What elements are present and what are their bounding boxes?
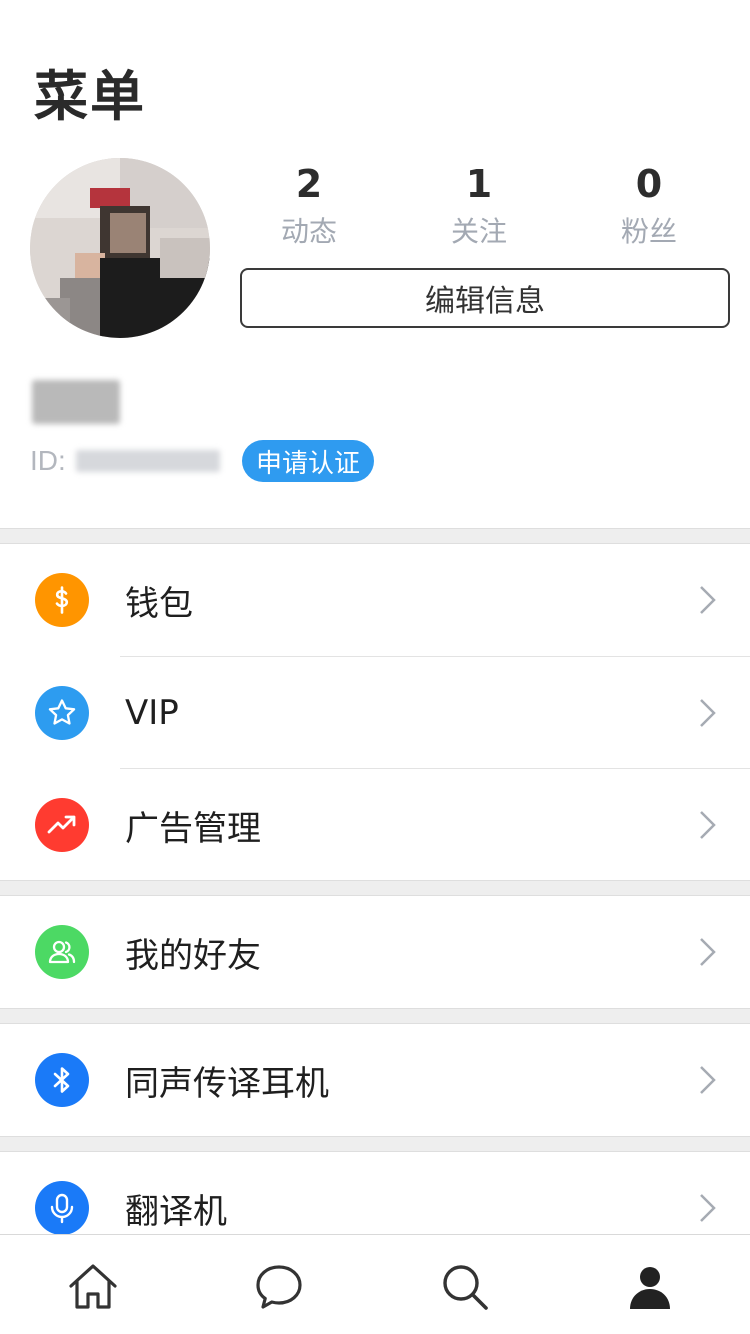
microphone-icon — [35, 1181, 89, 1235]
avatar-image — [30, 158, 210, 338]
menu-item-earphones[interactable]: 同声传译耳机 — [0, 1024, 750, 1136]
tab-search[interactable] — [435, 1257, 495, 1317]
menu-item-label: 翻译机 — [125, 1191, 227, 1232]
stat-following-label: 关注 — [450, 215, 507, 248]
chevron-right-icon — [700, 1194, 716, 1222]
tab-profile[interactable] — [620, 1257, 680, 1317]
dollar-icon — [35, 573, 89, 627]
stat-followers-value: 0 — [635, 162, 663, 206]
search-icon — [443, 1265, 488, 1310]
menu-item-friends[interactable]: 我的好友 — [0, 896, 750, 1008]
menu-item-ad-management[interactable]: 广告管理 — [0, 769, 750, 881]
menu-item-label: VIP — [125, 693, 179, 733]
chevron-right-icon — [700, 938, 716, 966]
home-icon — [69, 1264, 117, 1309]
friends-icon — [35, 925, 89, 979]
tab-bar — [0, 1234, 750, 1334]
chevron-right-icon — [700, 699, 716, 727]
section-separator — [0, 880, 750, 896]
chat-icon — [256, 1265, 302, 1309]
stat-posts-value: 2 — [295, 162, 323, 206]
menu-item-label: 广告管理 — [125, 808, 261, 849]
user-id-redacted — [75, 450, 220, 472]
stat-posts[interactable]: 2 动态 — [224, 158, 394, 254]
chevron-right-icon — [700, 811, 716, 839]
trending-up-icon — [35, 798, 89, 852]
section-separator — [0, 1136, 750, 1152]
stat-followers-label: 粉丝 — [620, 215, 677, 248]
avatar[interactable] — [30, 158, 210, 338]
edit-profile-button[interactable]: 编辑信息 — [240, 268, 730, 328]
stat-following[interactable]: 1 关注 — [394, 158, 564, 254]
star-icon — [35, 686, 89, 740]
chevron-right-icon — [700, 1066, 716, 1094]
user-id-label: ID: — [30, 445, 66, 476]
menu-item-label: 我的好友 — [125, 935, 261, 976]
apply-verification-button[interactable]: 申请认证 — [242, 440, 375, 482]
page-title: 菜单 — [34, 65, 146, 128]
bluetooth-icon — [35, 1053, 89, 1107]
stat-followers[interactable]: 0 粉丝 — [564, 158, 734, 254]
menu-item-label: 钱包 — [125, 583, 193, 624]
section-separator — [0, 1008, 750, 1024]
profile-icon — [630, 1267, 670, 1309]
username-redacted — [32, 380, 120, 424]
tab-home[interactable] — [63, 1257, 123, 1317]
user-id-row: ID: — [30, 440, 220, 482]
stat-following-value: 1 — [465, 162, 493, 206]
tab-messages[interactable] — [249, 1257, 309, 1317]
menu-item-label: 同声传译耳机 — [125, 1063, 329, 1104]
stat-posts-label: 动态 — [280, 215, 337, 248]
chevron-right-icon — [700, 586, 716, 614]
menu-item-vip[interactable]: VIP — [0, 657, 750, 769]
section-separator — [0, 528, 750, 544]
menu-item-wallet[interactable]: 钱包 — [0, 544, 750, 656]
